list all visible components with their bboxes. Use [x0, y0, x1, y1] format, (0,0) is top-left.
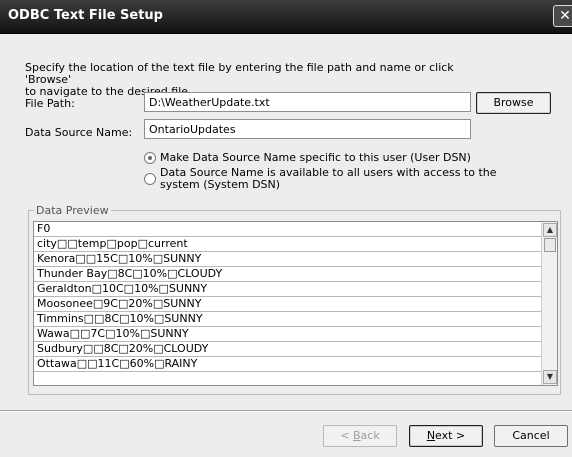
scroll-thumb[interactable]	[544, 238, 556, 252]
data-preview-list[interactable]: F0 city□□temp□pop□current Kenora□□15C□10…	[33, 221, 558, 386]
preview-row: Moosonee□9C□20%□SUNNY	[34, 297, 542, 312]
file-path-label: File Path:	[25, 97, 75, 110]
dsn-label: Data Source Name:	[25, 126, 133, 139]
intro-line-1: Specify the location of the text file by…	[25, 61, 454, 86]
back-button[interactable]: < Back	[323, 425, 397, 447]
user-dsn-label: Make Data Source Name specific to this u…	[160, 151, 471, 164]
preview-column-header[interactable]: F0	[34, 222, 542, 237]
dsn-field[interactable]: OntarioUpdates	[144, 119, 471, 139]
system-dsn-radio[interactable]	[144, 173, 156, 185]
preview-row: Wawa□□7C□10%□SUNNY	[34, 327, 542, 342]
preview-scrollbar[interactable]: ▲ ▼	[541, 222, 557, 385]
data-preview-legend: Data Preview	[34, 204, 111, 217]
back-rest: ack	[360, 429, 380, 442]
scroll-up-button[interactable]: ▲	[543, 223, 557, 237]
system-dsn-label: Data Source Name is available to all use…	[160, 167, 500, 191]
close-icon: ✕	[559, 8, 571, 24]
title-bar: ODBC Text File Setup ✕	[0, 0, 572, 34]
preview-row: Timmins□□8C□10%□SUNNY	[34, 312, 542, 327]
system-dsn-line-2: system (System DSN)	[160, 178, 281, 191]
preview-row: Sudbury□□8C□20%□CLOUDY	[34, 342, 542, 357]
close-button[interactable]: ✕	[553, 5, 572, 27]
scroll-up-icon: ▲	[546, 225, 554, 234]
footer-separator	[0, 410, 572, 412]
next-rest: ext >	[435, 429, 466, 442]
odbc-setup-dialog: ODBC Text File Setup ✕ Specify the locat…	[0, 0, 572, 457]
scroll-down-button[interactable]: ▼	[543, 370, 557, 384]
preview-row: Ottawa□□11C□60%□RAINY	[34, 357, 542, 372]
preview-row: city□□temp□pop□current	[34, 237, 542, 252]
preview-row: Kenora□□15C□10%□SUNNY	[34, 252, 542, 267]
dialog-title: ODBC Text File Setup	[8, 8, 163, 23]
back-prefix: <	[340, 429, 353, 442]
user-dsn-radio[interactable]	[144, 152, 156, 164]
file-path-field[interactable]: D:\WeatherUpdate.txt	[144, 92, 471, 112]
preview-row: Thunder Bay□8C□10%□CLOUDY	[34, 267, 542, 282]
cancel-button[interactable]: Cancel	[494, 425, 568, 447]
next-accelerator: N	[426, 429, 436, 442]
back-accelerator: B	[353, 429, 361, 442]
preview-row: Geraldton□10C□10%□SUNNY	[34, 282, 542, 297]
next-button[interactable]: Next >	[409, 425, 483, 447]
browse-button[interactable]: Browse	[476, 92, 551, 114]
scroll-down-icon: ▼	[546, 372, 554, 381]
